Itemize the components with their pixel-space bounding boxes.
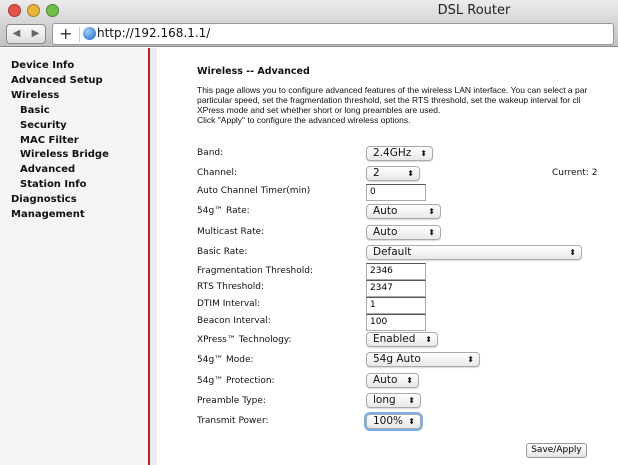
- dtim-label: DTIM Interval:: [197, 299, 261, 309]
- sidebar-item-management[interactable]: Management: [11, 209, 85, 220]
- sidebar-item-wireless-bridge[interactable]: Wireless Bridge: [20, 149, 109, 160]
- channel-value: 2: [373, 167, 380, 179]
- band-select[interactable]: 2.4GHz ⬍: [366, 146, 433, 161]
- band-label: Band:: [197, 148, 224, 158]
- address-bar[interactable]: + http://192.168.1.1/: [52, 23, 614, 45]
- protection-select[interactable]: Auto ⬍: [366, 373, 419, 388]
- browser-toolbar: ◀ ▶ + http://192.168.1.1/: [0, 22, 618, 47]
- forward-icon[interactable]: ▶: [26, 25, 45, 43]
- title-bar: DSL Router: [0, 0, 618, 22]
- preamble-value: long: [373, 394, 396, 406]
- rate-value: Auto: [373, 205, 398, 217]
- back-forward-buttons: ◀ ▶: [6, 24, 46, 44]
- sidebar-item-basic[interactable]: Basic: [20, 105, 50, 116]
- select-arrows-icon: ⬍: [425, 335, 432, 344]
- select-arrows-icon: ⬍: [408, 417, 415, 426]
- window-title: DSL Router: [437, 3, 511, 18]
- main-content: Wireless -- Advanced This page allows yo…: [157, 48, 618, 465]
- band-value: 2.4GHz: [373, 147, 412, 159]
- sidebar-item-security[interactable]: Security: [20, 120, 67, 131]
- dtim-input[interactable]: 1: [366, 297, 426, 314]
- description-line: XPress mode and set whether short or lon…: [197, 105, 441, 115]
- basic-rate-value: Default: [373, 246, 412, 258]
- basic-rate-label: Basic Rate:: [197, 247, 248, 257]
- select-arrows-icon: ⬍: [420, 149, 427, 158]
- current-channel: Current: 2: [552, 168, 598, 178]
- multicast-rate-value: Auto: [373, 226, 398, 238]
- select-arrows-icon: ⬍: [467, 355, 474, 364]
- fragmentation-label: Fragmentation Threshold:: [197, 266, 313, 276]
- description-line: This page allows you to configure advanc…: [197, 85, 588, 95]
- protection-label: 54g™ Protection:: [197, 376, 275, 386]
- channel-label: Channel:: [197, 168, 237, 178]
- select-arrows-icon: ⬍: [428, 228, 435, 237]
- sidebar-item-mac-filter[interactable]: MAC Filter: [20, 135, 79, 146]
- page-description: This page allows you to configure advanc…: [197, 85, 611, 125]
- mode-select[interactable]: 54g Auto ⬍: [366, 352, 480, 367]
- multicast-rate-select[interactable]: Auto ⬍: [366, 225, 441, 240]
- preamble-select[interactable]: long ⬍: [366, 393, 421, 408]
- rts-input[interactable]: 2347: [366, 280, 426, 297]
- mode-label: 54g™ Mode:: [197, 355, 254, 365]
- sidebar-item-wireless[interactable]: Wireless: [11, 90, 59, 101]
- protection-value: Auto: [373, 374, 398, 386]
- sidebar-menu: Device Info Advanced Setup Wireless Basic Se…: [0, 48, 148, 465]
- beacon-label: Beacon Interval:: [197, 316, 271, 326]
- save-apply-button[interactable]: Save/Apply: [526, 443, 587, 458]
- fragmentation-input[interactable]: 2346: [366, 263, 426, 280]
- divider: [79, 27, 80, 42]
- transmit-power-select[interactable]: 100% ⬍: [366, 414, 421, 429]
- select-arrows-icon: ⬍: [406, 376, 413, 385]
- page-title: Wireless -- Advanced: [197, 66, 310, 77]
- sidebar-item-device-info[interactable]: Device Info: [11, 60, 74, 71]
- multicast-rate-label: Multicast Rate:: [197, 227, 265, 237]
- channel-select[interactable]: 2 ⬍: [366, 166, 420, 181]
- xpress-label: XPress™ Technology:: [197, 335, 292, 345]
- beacon-input[interactable]: 100: [366, 314, 426, 331]
- url-text[interactable]: http://192.168.1.1/: [97, 26, 210, 40]
- transmit-power-value: 100%: [373, 415, 404, 427]
- rts-label: RTS Threshold:: [197, 282, 265, 292]
- mode-value: 54g Auto: [373, 353, 421, 365]
- sidebar-item-station-info[interactable]: Station Info: [20, 179, 86, 190]
- xpress-select[interactable]: Enabled ⬍: [366, 332, 438, 347]
- sidebar-item-advanced-setup[interactable]: Advanced Setup: [11, 75, 103, 86]
- add-bookmark-icon[interactable]: +: [59, 24, 72, 44]
- back-icon[interactable]: ◀: [7, 25, 26, 43]
- description-line: particular speed, set the fragmentation …: [197, 95, 581, 105]
- xpress-value: Enabled: [373, 333, 416, 345]
- auto-channel-timer-input[interactable]: 0: [366, 184, 426, 201]
- basic-rate-select[interactable]: Default ⬍: [366, 245, 582, 260]
- transmit-power-label: Transmit Power:: [197, 416, 269, 426]
- sidebar-item-diagnostics[interactable]: Diagnostics: [11, 194, 77, 205]
- rate-select[interactable]: Auto ⬍: [366, 204, 441, 219]
- frame-gap: [150, 48, 157, 465]
- select-arrows-icon: ⬍: [407, 169, 414, 178]
- preamble-label: Preamble Type:: [197, 396, 266, 406]
- select-arrows-icon: ⬍: [408, 396, 415, 405]
- globe-icon: [83, 27, 96, 40]
- description-line: Click "Apply" to configure the advanced …: [197, 115, 411, 125]
- rate-label: 54g™ Rate:: [197, 206, 250, 216]
- select-arrows-icon: ⬍: [569, 248, 576, 257]
- select-arrows-icon: ⬍: [428, 207, 435, 216]
- auto-channel-timer-label: Auto Channel Timer(min): [197, 186, 311, 196]
- sidebar-item-advanced[interactable]: Advanced: [20, 164, 75, 175]
